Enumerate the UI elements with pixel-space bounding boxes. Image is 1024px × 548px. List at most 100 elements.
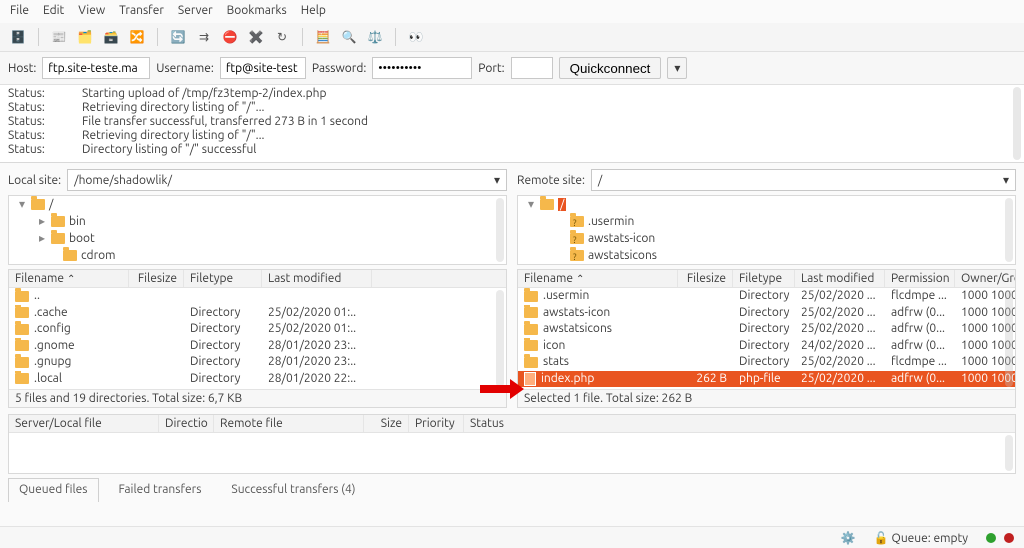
search-icon[interactable]: 🔍 — [337, 26, 361, 48]
reconnect-icon[interactable]: ↻ — [270, 26, 294, 48]
toggle-tree-remote-icon[interactable]: 🗃️ — [99, 26, 123, 48]
host-input[interactable] — [42, 57, 150, 79]
table-row[interactable]: .. — [9, 288, 506, 305]
tree-node[interactable]: ▾/ — [9, 196, 506, 213]
folder-icon — [15, 307, 29, 318]
cell-lastmod: 25/02/2020 ... — [801, 354, 876, 371]
quickconnect-dropdown-icon[interactable]: ▾ — [667, 57, 687, 79]
log-line: Retrieving directory listing of "/"... — [82, 129, 265, 142]
remote-site-label: Remote site: — [517, 174, 585, 187]
tree-label: / — [558, 196, 566, 213]
col-filename[interactable]: Filename⌃ — [9, 270, 129, 287]
tree-label: awstatsicons — [588, 247, 657, 264]
quickconnect-button[interactable]: Quickconnect — [559, 57, 662, 79]
username-input[interactable] — [220, 57, 306, 79]
tq-col-size[interactable]: Size — [364, 415, 409, 432]
remote-tree[interactable]: ▾/?.usermin?awstats-icon?awstatsicons — [517, 195, 1016, 265]
toggle-tree-local-icon[interactable]: 🗂️ — [73, 26, 97, 48]
tab-queued[interactable]: Queued files — [8, 478, 99, 502]
cell-filetype: Directory — [190, 321, 240, 338]
cell-filetype: Directory — [739, 305, 789, 322]
tree-node[interactable]: ▸ bin — [9, 213, 506, 230]
disconnect-icon[interactable]: ✖️ — [244, 26, 268, 48]
remote-rows[interactable]: .userminDirectory25/02/2020 ...flcdmpe .… — [518, 288, 1015, 389]
cancel-icon[interactable]: ⛔ — [218, 26, 242, 48]
col-filetype[interactable]: Filetype — [733, 270, 795, 287]
tq-col-direction[interactable]: Directio — [159, 415, 214, 432]
transfer-queue-rows[interactable] — [9, 433, 1015, 473]
gear-icon[interactable]: ⚙️ — [841, 531, 856, 545]
compare-icon[interactable]: ⚖️ — [363, 26, 387, 48]
table-row[interactable]: .configDirectory25/02/2020 01:.. — [9, 321, 506, 338]
cell-permissions: adfrw (0... — [891, 338, 945, 355]
col-permissions[interactable]: Permission — [885, 270, 955, 287]
table-row[interactable]: awstats-iconDirectory25/02/2020 ...adfrw… — [518, 305, 1015, 322]
tree-node[interactable]: ▾/ — [518, 196, 1015, 213]
local-site-combo[interactable]: /home/shadowlik/▾ — [67, 169, 507, 191]
chevron-down-icon: ▾ — [1003, 173, 1009, 187]
folder-icon — [524, 324, 538, 335]
table-row[interactable]: iconDirectory24/02/2020 ...adfrw (0...10… — [518, 338, 1015, 355]
col-lastmod[interactable]: Last modified — [262, 270, 372, 287]
menu-view[interactable]: View — [78, 4, 105, 17]
folder-icon — [524, 291, 538, 302]
process-queue-icon[interactable]: ⇉ — [192, 26, 216, 48]
sort-asc-icon: ⌃ — [67, 273, 75, 284]
menu-transfer[interactable]: Transfer — [119, 4, 164, 17]
refresh-icon[interactable]: 🔄 — [166, 26, 190, 48]
tq-col-priority[interactable]: Priority — [409, 415, 464, 432]
menu-server[interactable]: Server — [178, 4, 213, 17]
password-input[interactable] — [372, 57, 472, 79]
tree-twisty-icon[interactable]: ▾ — [17, 196, 27, 213]
menu-edit[interactable]: Edit — [43, 4, 64, 17]
col-filetype[interactable]: Filetype — [184, 270, 262, 287]
table-row[interactable]: index.php262 Bphp-file25/02/2020 ...adfr… — [518, 371, 1015, 388]
menu-file[interactable]: File — [10, 4, 29, 17]
tree-twisty-icon[interactable]: ▸ — [37, 213, 47, 230]
message-log[interactable]: Status:Starting upload of /tmp/fz3temp-2… — [0, 85, 1024, 163]
col-filesize[interactable]: Filesize — [678, 270, 733, 287]
menu-bookmarks[interactable]: Bookmarks — [227, 4, 287, 17]
tree-twisty-icon[interactable]: ▸ — [37, 230, 47, 247]
cell-filename: index.php — [541, 371, 594, 388]
table-row[interactable]: .userminDirectory25/02/2020 ...flcdmpe .… — [518, 288, 1015, 305]
col-lastmod[interactable]: Last modified — [795, 270, 885, 287]
chevron-down-icon: ▾ — [494, 173, 500, 187]
tq-col-server[interactable]: Server/Local file — [9, 415, 159, 432]
site-manager-icon[interactable]: 🗄️ — [6, 26, 30, 48]
table-row[interactable]: statsDirectory25/02/2020 ...flcdmpe ...1… — [518, 354, 1015, 371]
binoculars-icon[interactable]: 👀 — [404, 26, 428, 48]
tab-failed[interactable]: Failed transfers — [109, 479, 212, 502]
tree-node[interactable]: ?awstatsicons — [518, 247, 1015, 264]
col-owner[interactable]: Owner/Gro — [955, 270, 1015, 287]
tq-col-status[interactable]: Status — [464, 415, 1015, 432]
table-row[interactable]: .localDirectory28/01/2020 22:.. — [9, 371, 506, 388]
tree-node[interactable]: ▸boot — [9, 230, 506, 247]
local-tree[interactable]: ▾/▸bin▸bootcdrom — [8, 195, 507, 265]
folder-icon — [15, 291, 29, 302]
table-row[interactable]: .gnomeDirectory28/01/2020 23:.. — [9, 338, 506, 355]
col-filename[interactable]: Filename⌃ — [518, 270, 678, 287]
tree-label: bin — [69, 213, 86, 230]
menu-help[interactable]: Help — [301, 4, 326, 17]
toggle-log-icon[interactable]: 📰 — [47, 26, 71, 48]
local-rows[interactable]: ...cacheDirectory25/02/2020 01:...config… — [9, 288, 506, 389]
filter-icon[interactable]: 🧮 — [311, 26, 335, 48]
tree-node[interactable]: cdrom — [9, 247, 506, 264]
tree-node[interactable]: ?.usermin — [518, 213, 1015, 230]
table-row[interactable]: awstatsiconsDirectory25/02/2020 ...adfrw… — [518, 321, 1015, 338]
toggle-queue-icon[interactable]: 🔀 — [125, 26, 149, 48]
cell-filename: icon — [543, 338, 565, 355]
col-filesize[interactable]: Filesize — [129, 270, 184, 287]
table-row[interactable]: .gnupgDirectory28/01/2020 23:.. — [9, 354, 506, 371]
quickconnect-bar: Host: Username: Password: Port: Quickcon… — [0, 52, 1024, 85]
tq-col-remote[interactable]: Remote file — [214, 415, 364, 432]
tab-successful[interactable]: Successful transfers (4) — [221, 479, 365, 502]
table-row[interactable]: .cacheDirectory25/02/2020 01:.. — [9, 305, 506, 322]
cell-owner: 1000 1000 — [961, 338, 1015, 355]
tree-node[interactable]: ?awstats-icon — [518, 230, 1015, 247]
port-input[interactable] — [511, 57, 553, 79]
cell-filename: .usermin — [543, 288, 589, 305]
remote-site-combo[interactable]: /▾ — [591, 169, 1016, 191]
tree-twisty-icon[interactable]: ▾ — [526, 196, 536, 213]
